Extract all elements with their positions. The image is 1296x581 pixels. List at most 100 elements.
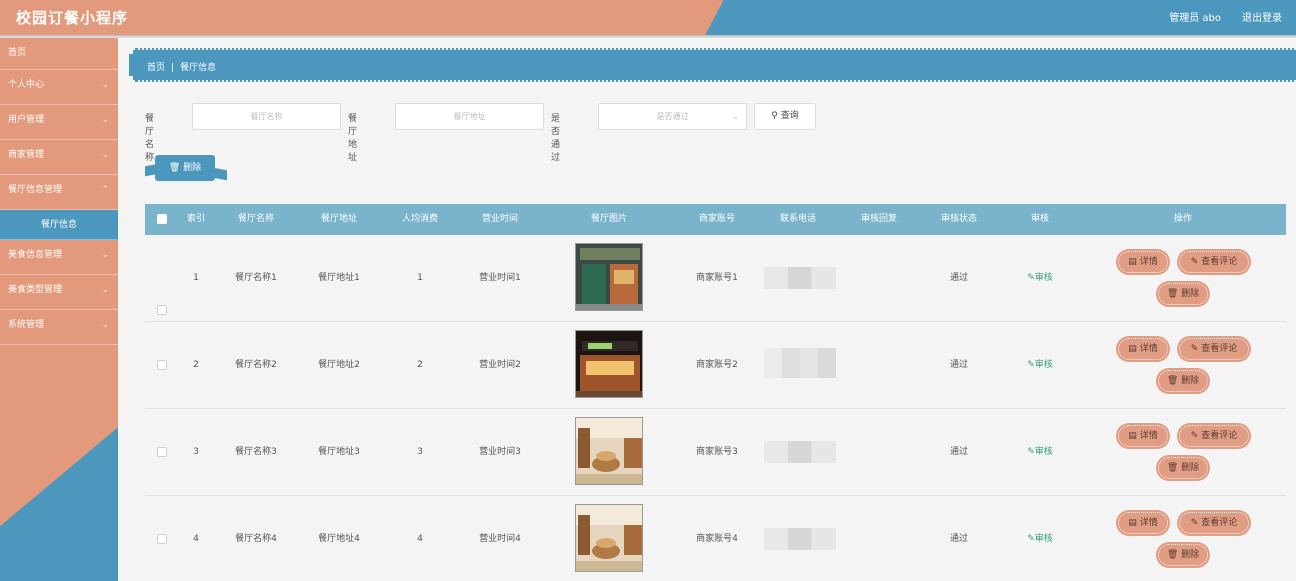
chevron-down-icon: ⌄ (101, 320, 109, 330)
document-icon: ▤ (1128, 344, 1137, 354)
detail-button[interactable]: ▤ 详情 (1118, 251, 1168, 273)
row-status: 通过 (949, 447, 968, 457)
search-icon: ⚲ (771, 111, 778, 121)
table-row: 4 餐厅名称4 餐厅地址4 4 营业时间4 商家账号4 通过 ✎审核 ▤ 详情 … (145, 496, 1286, 581)
batch-delete-button[interactable]: 🗑 删除 (145, 155, 227, 181)
breadcrumb-separator: | (171, 63, 175, 73)
pass-status-placeholder: 是否通过 (656, 112, 689, 121)
table-header: 索引 餐厅名称 餐厅地址 人均消费 营业时间 餐厅图片 商家账号 联系电话 审核… (145, 204, 1286, 235)
view-comments-label: 查看评论 (1201, 518, 1238, 528)
delete-label: 删除 (1181, 550, 1200, 560)
select-all-checkbox[interactable] (157, 214, 167, 224)
restaurant-image[interactable] (575, 504, 643, 572)
sidebar-item-label: 餐厅信息 (40, 220, 77, 230)
row-hours: 营业时间3 (479, 447, 521, 457)
delete-button[interactable]: 🗑 删除 (1158, 544, 1208, 566)
detail-button[interactable]: ▤ 详情 (1118, 338, 1168, 360)
chevron-up-icon: ⌃ (101, 185, 109, 195)
restaurant-image[interactable] (575, 417, 643, 485)
row-checkbox[interactable] (157, 360, 167, 370)
view-comments-label: 查看评论 (1201, 344, 1238, 354)
search-button-label: 查询 (780, 111, 799, 121)
current-user: 管理员 abo (1169, 13, 1221, 24)
detail-label: 详情 (1139, 518, 1158, 528)
row-checkbox[interactable] (157, 305, 167, 315)
row-merchant-account: 商家账号4 (696, 534, 738, 544)
delete-button[interactable]: 🗑 删除 (1158, 283, 1208, 305)
column-header: 审核回复 (860, 214, 897, 224)
row-phone-blurred (764, 441, 836, 463)
view-comments-label: 查看评论 (1201, 431, 1238, 441)
view-comments-button[interactable]: ✎ 查看评论 (1179, 251, 1249, 273)
row-status: 通过 (949, 534, 968, 544)
restaurant-name-input[interactable]: 餐厅名称 (192, 103, 341, 130)
row-merchant-account: 商家账号3 (696, 447, 738, 457)
view-comments-button[interactable]: ✎ 查看评论 (1179, 425, 1249, 447)
sidebar-item-home[interactable]: 首页 (0, 38, 118, 70)
breadcrumb-current: 餐厅信息 (180, 63, 217, 73)
audit-link[interactable]: ✎审核 (1017, 496, 1063, 581)
trash-icon: 🗑 (1166, 550, 1179, 560)
delete-label: 删除 (1181, 376, 1200, 386)
row-phone-blurred (764, 267, 836, 289)
search-button[interactable]: ⚲ 查询 (754, 103, 816, 130)
row-address: 餐厅地址3 (318, 447, 360, 457)
row-index: 1 (193, 273, 199, 283)
detail-label: 详情 (1139, 257, 1158, 267)
document-icon: ▤ (1128, 431, 1137, 441)
chevron-down-icon: ⌄ (101, 150, 109, 160)
view-comments-button[interactable]: ✎ 查看评论 (1179, 512, 1249, 534)
restaurant-image[interactable] (575, 243, 643, 311)
row-status: 通过 (949, 273, 968, 283)
row-index: 3 (193, 447, 199, 457)
breadcrumb-home[interactable]: 首页 (147, 63, 165, 73)
row-hours: 营业时间2 (479, 360, 521, 370)
row-name: 餐厅名称3 (235, 447, 277, 457)
sidebar-item-merchant-management[interactable]: 商家管理 ⌄ (0, 140, 118, 175)
pass-status-select[interactable]: 是否通过 ⌄ (598, 103, 747, 130)
table-row: 1 餐厅名称1 餐厅地址1 1 营业时间1 商家账号1 通过 ✎审核 ▤ 详情 … (145, 235, 1286, 322)
logout-link[interactable]: 退出登录 (1242, 9, 1282, 24)
sidebar-item-system-management[interactable]: 系统管理 ⌄ (0, 310, 118, 345)
delete-button[interactable]: 🗑 删除 (1158, 370, 1208, 392)
sidebar-item-personal-center[interactable]: 个人中心 ⌄ (0, 70, 118, 105)
chevron-down-icon: ⌄ (101, 250, 109, 260)
column-header: 联系电话 (779, 214, 816, 224)
row-checkbox[interactable] (157, 534, 167, 544)
row-checkbox[interactable] (157, 447, 167, 457)
column-header: 商家账号 (698, 214, 735, 224)
sidebar-item-restaurant-management[interactable]: 餐厅信息管理 ⌃ (0, 175, 118, 210)
row-name: 餐厅名称4 (235, 534, 277, 544)
column-header: 索引 (186, 214, 205, 224)
audit-link[interactable]: ✎审核 (1017, 322, 1063, 409)
view-comments-button[interactable]: ✎ 查看评论 (1179, 338, 1249, 360)
sidebar-item-label: 餐厅信息管理 (8, 185, 63, 195)
app-title: 校园订餐小程序 (16, 9, 129, 27)
sidebar-item-food-type-management[interactable]: 美食类型管理 ⌄ (0, 275, 118, 310)
batch-delete-label: 删除 (183, 163, 202, 173)
sidebar-subitem-restaurant-info[interactable]: 餐厅信息 (0, 210, 118, 240)
detail-button[interactable]: ▤ 详情 (1118, 512, 1168, 534)
delete-button[interactable]: 🗑 删除 (1158, 457, 1208, 479)
audit-link[interactable]: ✎审核 (1017, 409, 1063, 496)
edit-icon: ✎ (1190, 257, 1199, 267)
restaurant-image[interactable] (575, 330, 643, 398)
row-name: 餐厅名称1 (235, 273, 277, 283)
row-status: 通过 (949, 360, 968, 370)
audit-link[interactable]: ✎审核 (1017, 235, 1063, 322)
sidebar-item-user-management[interactable]: 用户管理 ⌄ (0, 105, 118, 140)
view-comments-label: 查看评论 (1201, 257, 1238, 267)
column-header: 操作 (1173, 214, 1192, 224)
edit-icon: ✎ (1027, 360, 1035, 370)
top-header: 校园订餐小程序 管理员 abo 退出登录 (0, 0, 1296, 38)
column-header: 营业时间 (481, 214, 518, 224)
sidebar-item-label: 美食类型管理 (8, 285, 63, 295)
trash-icon: 🗑 (168, 163, 181, 173)
document-icon: ▤ (1128, 518, 1137, 528)
table-row: 3 餐厅名称3 餐厅地址3 3 营业时间3 商家账号3 通过 ✎审核 ▤ 详情 … (145, 409, 1286, 496)
detail-button[interactable]: ▤ 详情 (1118, 425, 1168, 447)
restaurant-address-input[interactable]: 餐厅地址 (395, 103, 544, 130)
edit-icon: ✎ (1190, 431, 1199, 441)
sidebar-item-food-management[interactable]: 美食信息管理 ⌄ (0, 240, 118, 275)
chevron-down-icon: ⌄ (732, 112, 739, 121)
